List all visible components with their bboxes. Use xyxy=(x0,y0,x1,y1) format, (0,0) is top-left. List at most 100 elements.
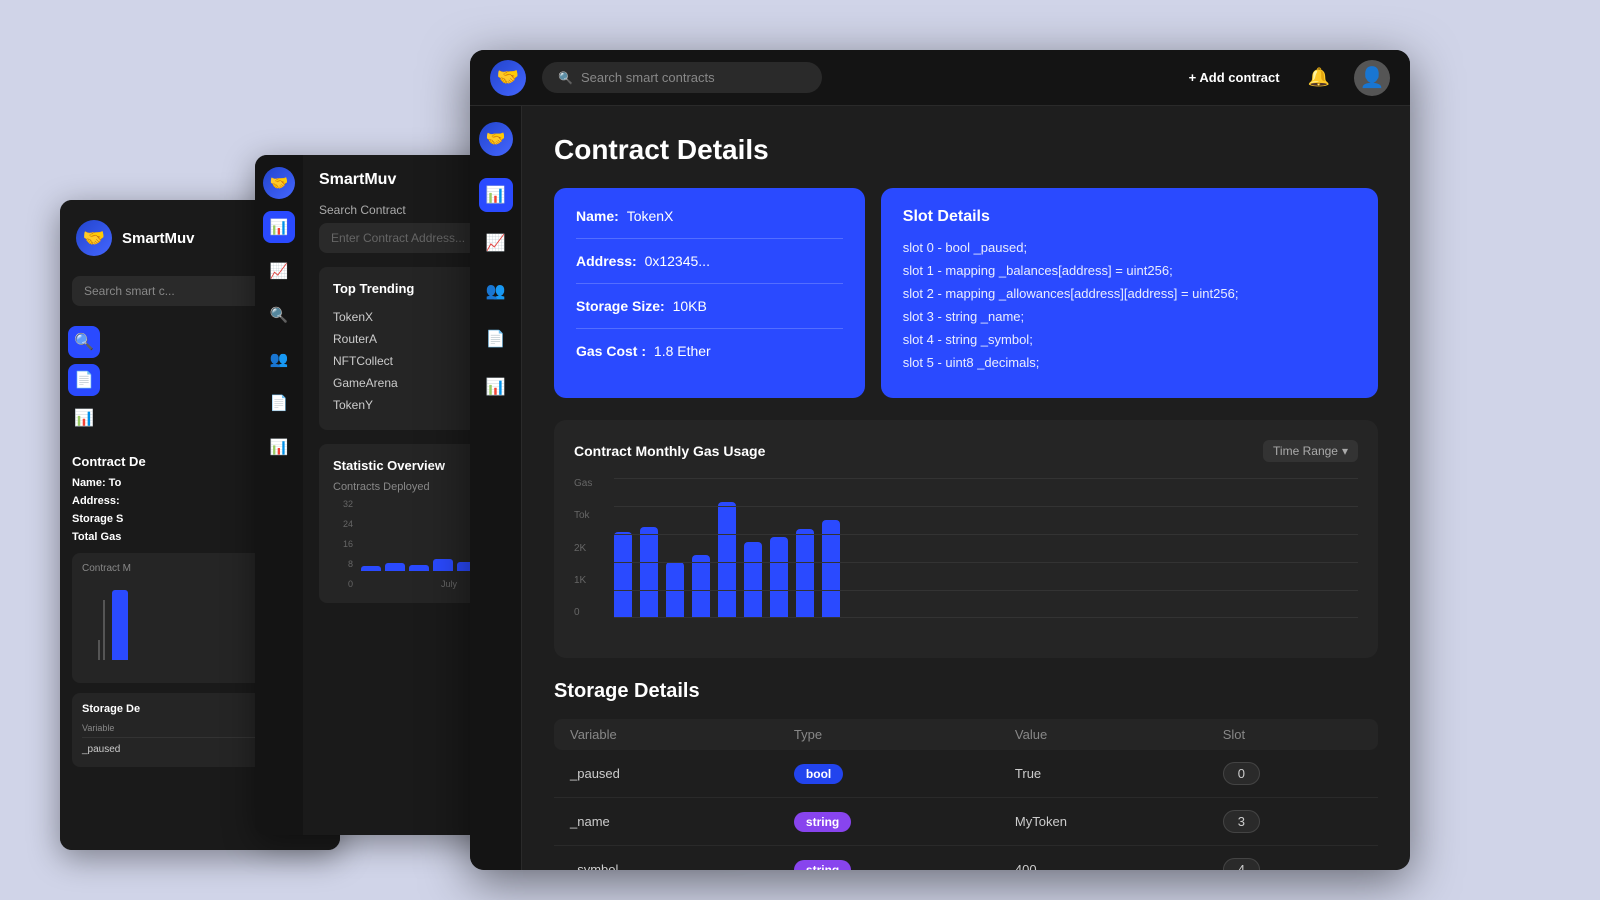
storage-table: Variable Type Value Slot _paused bool Tr… xyxy=(554,719,1378,870)
notification-bell[interactable]: 🔔 xyxy=(1308,67,1330,88)
bar-2 xyxy=(640,527,658,617)
info-address-row: Address: 0x12345... xyxy=(576,253,843,284)
nav-users-2[interactable]: 👥 xyxy=(263,343,295,375)
address-label: Address: xyxy=(576,253,637,269)
nav-contracts-1[interactable]: 📄 xyxy=(479,322,513,356)
mini-bar-1 xyxy=(361,566,381,571)
row2-type: string xyxy=(778,798,999,846)
chart-bars xyxy=(614,478,1358,618)
main-content: Contract Details Name: TokenX Address: 0… xyxy=(522,106,1410,870)
bar-6 xyxy=(744,542,762,617)
nav-contracts-2[interactable]: 📄 xyxy=(263,387,295,419)
nav-logo-1: 🤝 xyxy=(479,122,513,156)
row1-type: bool xyxy=(778,750,999,798)
table-row: _paused bool True 0 xyxy=(554,750,1378,798)
bar-group-6 xyxy=(744,542,762,617)
add-contract-button[interactable]: + Add contract xyxy=(1189,70,1280,85)
col-slot: Slot xyxy=(1207,719,1378,750)
bar-1 xyxy=(614,532,632,617)
grid-line-2 xyxy=(614,534,1358,535)
gas-value: 1.8 Ether xyxy=(654,343,711,359)
chart-title: Contract Monthly Gas Usage xyxy=(574,443,765,459)
bar-group-5 xyxy=(718,502,736,617)
page-title: Contract Details xyxy=(554,134,1378,166)
row2-variable: _name xyxy=(554,798,778,846)
bar-group-7 xyxy=(770,537,788,617)
main-search-placeholder: Search smart contracts xyxy=(581,70,715,85)
table-row: _name string MyToken 3 xyxy=(554,798,1378,846)
nav-analytics-2[interactable]: 📈 xyxy=(263,255,295,287)
bar-group-8 xyxy=(796,529,814,617)
gas-chart-card: Contract Monthly Gas Usage Time Range ▾ … xyxy=(554,420,1378,658)
slot-5: slot 5 - uint8 _decimals; xyxy=(903,355,1356,370)
info-gas-row: Gas Cost : 1.8 Ether xyxy=(576,343,843,359)
name-label: Name: xyxy=(576,208,619,224)
mini-bar-4 xyxy=(433,559,453,571)
sidebar2: 🤝 📊 📈 🔍 👥 📄 📊 xyxy=(255,155,303,835)
col-value: Value xyxy=(999,719,1207,750)
app-title-3: SmartMuv xyxy=(122,230,195,247)
nav-stats-3: 📊 xyxy=(68,402,100,434)
nav-logo-2: 🤝 xyxy=(263,167,295,199)
app-logo-3: 🤝 xyxy=(76,220,112,256)
slot-3: slot 3 - string _name; xyxy=(903,309,1356,324)
nav-stats-1[interactable]: 📊 xyxy=(479,370,513,404)
nav-search-2[interactable]: 🔍 xyxy=(263,299,295,331)
bar-group-1 xyxy=(614,532,632,617)
slot-0: slot 0 - bool _paused; xyxy=(903,240,1356,255)
storage-label: Storage Size: xyxy=(576,298,665,314)
slot-details-card: Slot Details slot 0 - bool _paused; slot… xyxy=(881,188,1378,398)
main-sidebar: 🤝 📊 📈 👥 📄 📊 xyxy=(470,106,522,870)
row1-variable: _paused xyxy=(554,750,778,798)
name-value: TokenX xyxy=(627,208,674,224)
row1-value: True xyxy=(999,750,1207,798)
row1-slot: 0 xyxy=(1207,750,1378,798)
user-avatar[interactable]: 👤 xyxy=(1354,60,1390,96)
row3-type: string xyxy=(778,846,999,871)
window-main: 🤝 🔍 Search smart contracts + Add contrac… xyxy=(470,50,1410,870)
nav-contracts-3: 📄 xyxy=(68,364,100,396)
bar-7 xyxy=(770,537,788,617)
bar-4 xyxy=(692,555,710,617)
storage-section-title: Storage Details xyxy=(554,680,1378,703)
main-search-bar[interactable]: 🔍 Search smart contracts xyxy=(542,62,822,93)
col-type: Type xyxy=(778,719,999,750)
mini-bar-2 xyxy=(385,563,405,571)
nav-search-3: 🔍 xyxy=(68,326,100,358)
gas-label: Gas Cost : xyxy=(576,343,646,359)
row3-variable: _symbol xyxy=(554,846,778,871)
mini-bar-3 xyxy=(409,565,429,571)
row2-value: MyToken xyxy=(999,798,1207,846)
bar-group-2 xyxy=(640,527,658,617)
row3-value: 400 xyxy=(999,846,1207,871)
address-value: 0x12345... xyxy=(645,253,710,269)
nav-stats-2[interactable]: 📊 xyxy=(263,431,295,463)
bar-group-4 xyxy=(692,555,710,617)
slot-1: slot 1 - mapping _balances[address] = ui… xyxy=(903,263,1356,278)
nav-dashboard-1[interactable]: 📊 xyxy=(479,178,513,212)
slot-2: slot 2 - mapping _allowances[address][ad… xyxy=(903,286,1356,301)
nav-users-1[interactable]: 👥 xyxy=(479,274,513,308)
grid-line-3 xyxy=(614,562,1358,563)
main-header: 🤝 🔍 Search smart contracts + Add contrac… xyxy=(470,50,1410,106)
cards-row: Name: TokenX Address: 0x12345... Storage… xyxy=(554,188,1378,398)
info-name-row: Name: TokenX xyxy=(576,208,843,239)
nav-dashboard-2[interactable]: 📊 xyxy=(263,211,295,243)
slot-card-title: Slot Details xyxy=(903,208,1356,226)
grid-line-top xyxy=(614,478,1358,479)
slot-4: slot 4 - string _symbol; xyxy=(903,332,1356,347)
storage-section: Storage Details Variable Type Value Slot… xyxy=(554,680,1378,870)
table-row: _symbol string 400 4 xyxy=(554,846,1378,871)
info-storage-row: Storage Size: 10KB xyxy=(576,298,843,329)
row3-slot: 4 xyxy=(1207,846,1378,871)
nav-analytics-1[interactable]: 📈 xyxy=(479,226,513,260)
time-range-dropdown[interactable]: Time Range ▾ xyxy=(1263,440,1358,462)
chevron-down-icon: ▾ xyxy=(1342,444,1348,458)
chart-y-labels: Gas Tok 2K 1K 0 xyxy=(574,478,606,618)
storage-value: 10KB xyxy=(673,298,707,314)
row2-slot: 3 xyxy=(1207,798,1378,846)
grid-line-4 xyxy=(614,590,1358,591)
bar-5 xyxy=(718,502,736,617)
grid-line-1 xyxy=(614,506,1358,507)
col-variable: Variable xyxy=(554,719,778,750)
